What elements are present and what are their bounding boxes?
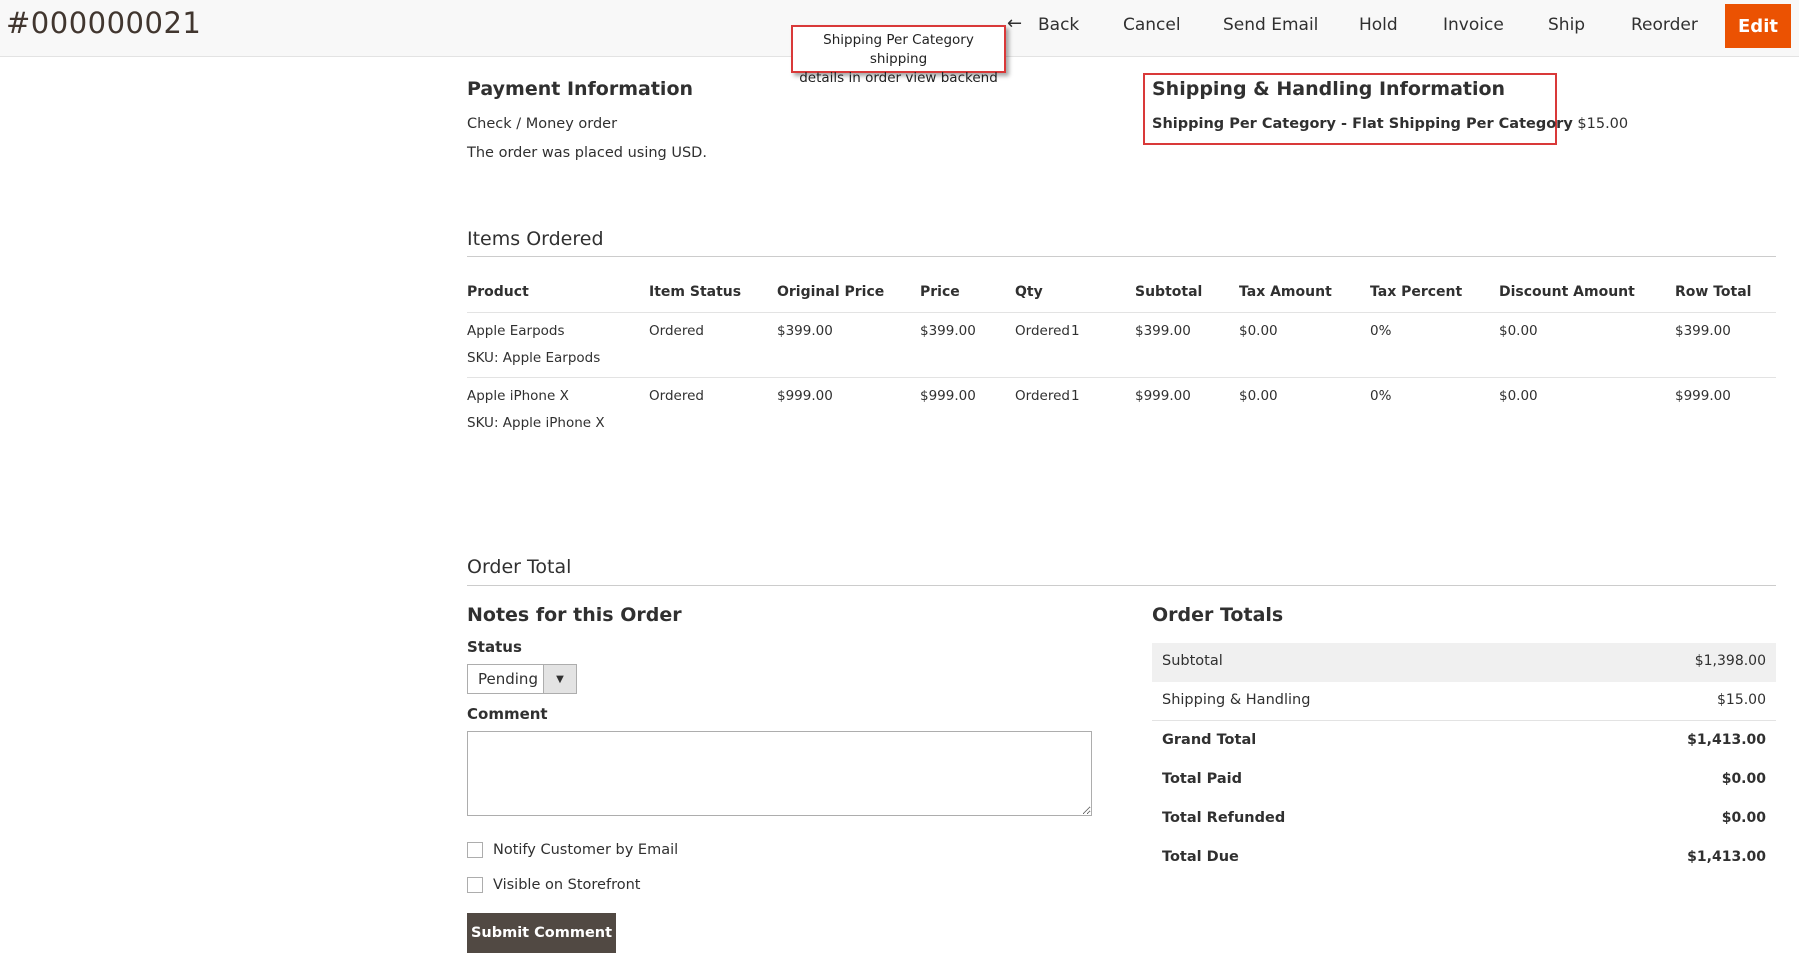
annotation-callout: Shipping Per Category shipping details i… <box>791 25 1006 86</box>
totals-row-subtotal: Subtotal $1,398.00 <box>1152 643 1776 682</box>
totals-label: Total Refunded <box>1162 810 1286 826</box>
totals-row-total-paid: Total Paid $0.00 <box>1152 761 1776 800</box>
tax-percent: 0% <box>1370 388 1392 404</box>
col-original-price: Original Price <box>777 284 885 300</box>
totals-row-grand-total: Grand Total $1,413.00 <box>1152 722 1776 761</box>
submit-comment-button[interactable]: Submit Comment <box>467 913 616 953</box>
qty-label: Ordered <box>1015 388 1070 404</box>
page-title: #000000021 <box>6 6 202 40</box>
row-total: $399.00 <box>1675 323 1731 339</box>
shipping-method: Shipping Per Category - Flat Shipping Pe… <box>1152 116 1573 132</box>
notify-customer-label[interactable]: Notify Customer by Email <box>493 842 678 858</box>
totals-label: Subtotal <box>1162 653 1223 669</box>
col-tax-percent: Tax Percent <box>1370 284 1463 300</box>
qty-value: 1 <box>1071 323 1080 339</box>
status-label: Status <box>467 638 522 656</box>
payment-title: Payment Information <box>467 78 694 100</box>
price: $399.00 <box>920 323 976 339</box>
reorder-button[interactable]: Reorder <box>1631 15 1698 35</box>
notify-customer-checkbox[interactable] <box>467 842 483 858</box>
divider <box>467 585 1776 586</box>
original-price: $999.00 <box>777 388 833 404</box>
arrow-left-icon[interactable]: ← <box>1007 13 1022 34</box>
invoice-button[interactable]: Invoice <box>1443 15 1504 35</box>
back-button[interactable]: Back <box>1038 15 1079 35</box>
item-status: Ordered <box>649 323 704 339</box>
totals-amount: $1,413.00 <box>1687 732 1766 748</box>
shipping-details: Shipping Per Category - Flat Shipping Pe… <box>1152 116 1628 132</box>
totals-amount: $0.00 <box>1721 771 1766 787</box>
comment-label: Comment <box>467 705 548 723</box>
totals-amount: $0.00 <box>1721 810 1766 826</box>
product-name[interactable]: Apple Earpods <box>467 323 565 339</box>
send-email-button[interactable]: Send Email <box>1223 15 1318 35</box>
qty-label: Ordered <box>1015 323 1070 339</box>
caret-down-icon: ▼ <box>543 665 576 693</box>
col-item-status: Item Status <box>649 284 742 300</box>
divider <box>467 256 1776 257</box>
totals-row-total-refunded: Total Refunded $0.00 <box>1152 800 1776 839</box>
table-row-divider <box>467 377 1776 378</box>
status-select-value: Pending <box>478 670 538 688</box>
hold-button[interactable]: Hold <box>1359 15 1398 35</box>
col-discount-amount: Discount Amount <box>1499 284 1635 300</box>
col-row-total: Row Total <box>1675 284 1752 300</box>
totals-row-shipping: Shipping & Handling $15.00 <box>1152 682 1776 721</box>
status-select[interactable]: Pending ▼ <box>467 664 577 694</box>
tax-percent: 0% <box>1370 323 1392 339</box>
price: $999.00 <box>920 388 976 404</box>
edit-button[interactable]: Edit <box>1725 4 1791 48</box>
product-name[interactable]: Apple iPhone X <box>467 388 569 404</box>
col-subtotal: Subtotal <box>1135 284 1203 300</box>
col-product: Product <box>467 284 529 300</box>
col-price: Price <box>920 284 960 300</box>
notes-title: Notes for this Order <box>467 604 682 626</box>
totals-amount: $1,398.00 <box>1694 653 1766 669</box>
callout-line-2: details in order view backend <box>799 70 998 86</box>
callout-line-1: Shipping Per Category shipping <box>823 32 974 67</box>
original-price: $399.00 <box>777 323 833 339</box>
row-total: $999.00 <box>1675 388 1731 404</box>
visible-storefront-label[interactable]: Visible on Storefront <box>493 877 640 893</box>
product-sku: SKU: Apple Earpods <box>467 350 601 366</box>
col-qty: Qty <box>1015 284 1043 300</box>
discount-amount: $0.00 <box>1499 323 1538 339</box>
totals-row-total-due: Total Due $1,413.00 <box>1152 839 1776 878</box>
table-row-divider <box>467 312 1776 313</box>
comment-textarea[interactable] <box>467 731 1092 816</box>
tax-amount: $0.00 <box>1239 323 1278 339</box>
col-tax-amount: Tax Amount <box>1239 284 1332 300</box>
product-sku: SKU: Apple iPhone X <box>467 415 605 431</box>
item-status: Ordered <box>649 388 704 404</box>
visible-storefront-checkbox[interactable] <box>467 877 483 893</box>
totals-amount: $1,413.00 <box>1687 849 1766 865</box>
totals-label: Grand Total <box>1162 732 1257 748</box>
totals-label: Shipping & Handling <box>1162 692 1311 708</box>
ship-button[interactable]: Ship <box>1548 15 1585 35</box>
payment-method: Check / Money order <box>467 116 618 132</box>
totals-label: Total Due <box>1162 849 1239 865</box>
totals-amount: $15.00 <box>1717 692 1766 708</box>
subtotal: $399.00 <box>1135 323 1191 339</box>
tax-amount: $0.00 <box>1239 388 1278 404</box>
order-totals-title: Order Totals <box>1152 604 1284 626</box>
order-total-title: Order Total <box>467 556 572 578</box>
discount-amount: $0.00 <box>1499 388 1538 404</box>
currency-note: The order was placed using USD. <box>467 145 707 161</box>
cancel-button[interactable]: Cancel <box>1123 15 1181 35</box>
totals-label: Total Paid <box>1162 771 1243 787</box>
shipping-title: Shipping & Handling Information <box>1152 78 1506 100</box>
qty-value: 1 <box>1071 388 1080 404</box>
shipping-amount: $15.00 <box>1577 116 1629 132</box>
subtotal: $999.00 <box>1135 388 1191 404</box>
items-ordered-title: Items Ordered <box>467 228 604 250</box>
